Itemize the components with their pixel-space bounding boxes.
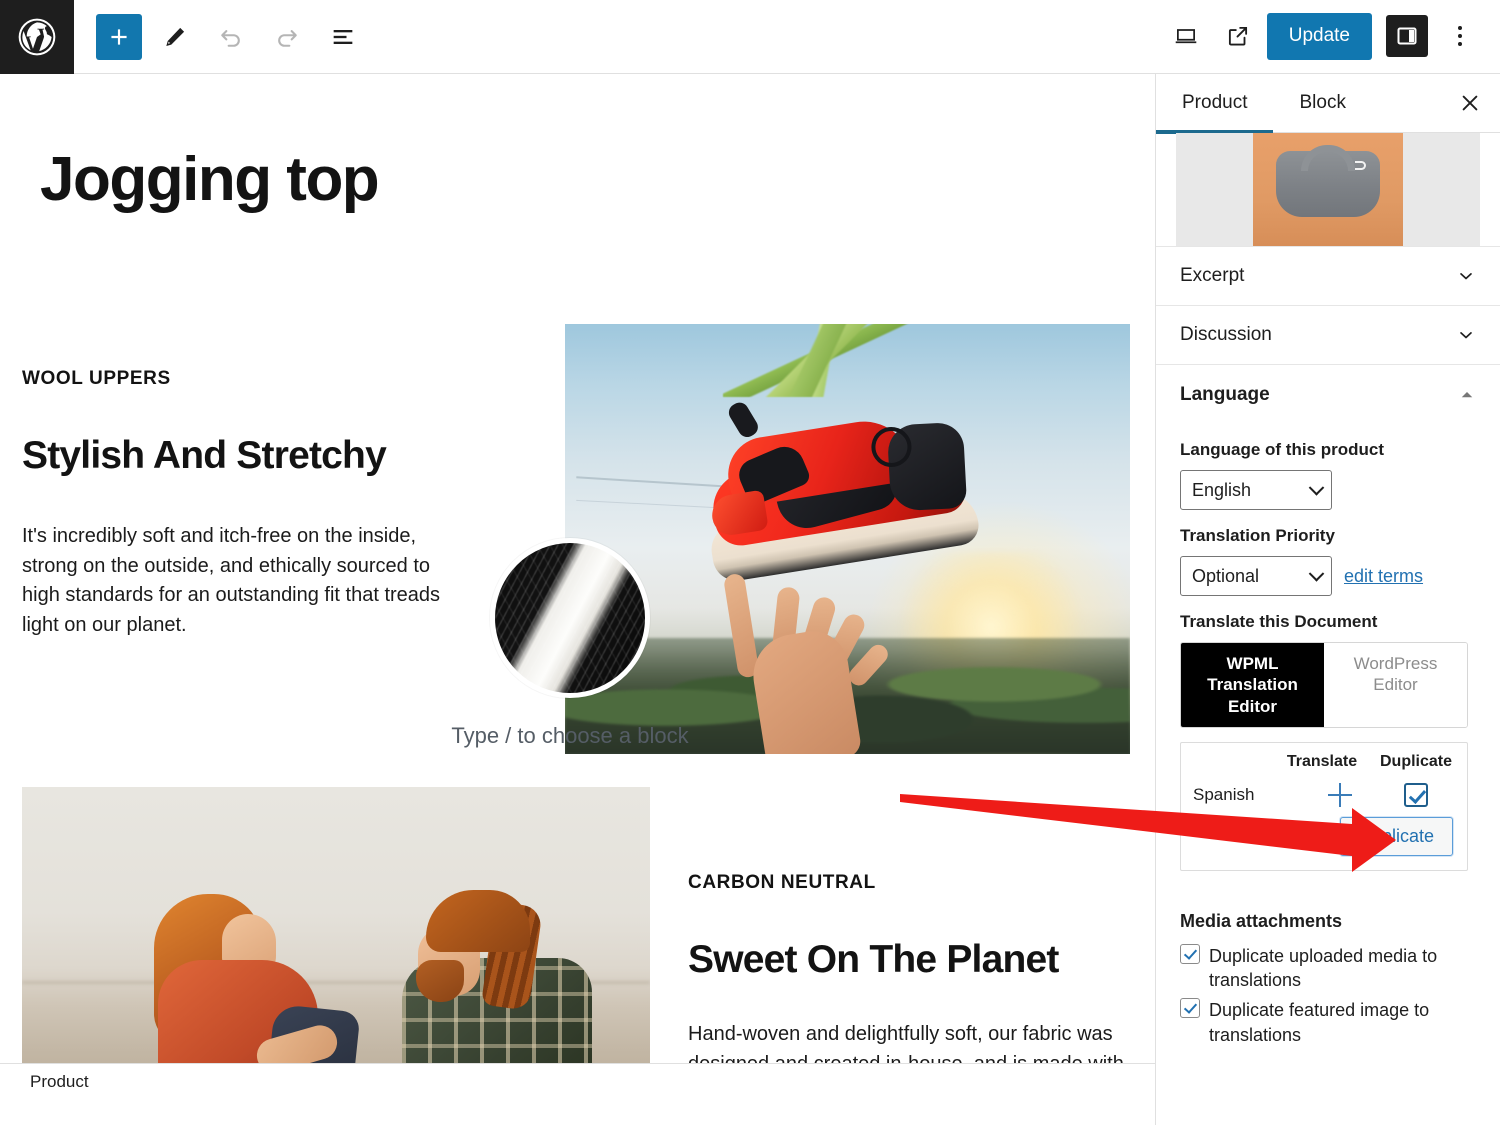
section-two-eyebrow[interactable]: CARBON NEUTRAL	[688, 872, 876, 894]
chevron-down-icon	[1308, 480, 1325, 496]
undo-icon[interactable]	[208, 14, 254, 60]
panel-excerpt-label: Excerpt	[1180, 265, 1245, 286]
add-translation-icon[interactable]	[1328, 782, 1352, 807]
translation-priority-select[interactable]: Optional	[1180, 556, 1332, 596]
duplicate-uploaded-media-checkbox[interactable]	[1180, 943, 1200, 964]
section-two-heading[interactable]: Sweet On The Planet	[688, 938, 1059, 982]
view-post-external-icon[interactable]	[1215, 13, 1261, 59]
toolbar-right-group: Update	[1163, 13, 1500, 60]
editor-toggle-group: WPML Translation Editor WordPress Editor	[1180, 642, 1468, 728]
editor-canvas[interactable]: Jogging top WOOL UPPERS Stylish And Stre…	[0, 74, 1155, 1100]
page-title[interactable]: Jogging top	[40, 145, 380, 214]
desktop-preview-icon[interactable]	[1163, 13, 1209, 59]
wpml-translation-editor-button[interactable]: WPML Translation Editor	[1181, 643, 1324, 727]
duplicate-checkbox[interactable]	[1404, 782, 1428, 807]
panel-discussion[interactable]: Discussion	[1156, 306, 1500, 365]
table-row: Spanish	[1181, 777, 1467, 817]
edit-tool-icon[interactable]	[152, 14, 198, 60]
section-one-heading[interactable]: Stylish And Stretchy	[22, 434, 387, 478]
language-of-product-label: Language of this product	[1180, 440, 1384, 459]
chevron-down-icon	[1460, 273, 1472, 280]
breadcrumb[interactable]: Product	[0, 1063, 1155, 1100]
editor-toolbar: Update	[0, 0, 1500, 74]
block-appender-placeholder[interactable]: Type / to choose a block	[0, 723, 1140, 749]
translate-document-label: Translate this Document	[1180, 612, 1378, 631]
add-block-icon[interactable]	[96, 13, 142, 60]
duplicate-action-row: Duplicate	[1181, 816, 1467, 870]
language-select-value: English	[1192, 479, 1252, 500]
panel-language-label: Language	[1180, 383, 1270, 405]
image-block-couple[interactable]	[22, 787, 650, 1100]
language-select[interactable]: English	[1180, 470, 1332, 510]
media-attachments-title: Media attachments	[1180, 910, 1343, 931]
close-icon[interactable]	[1444, 77, 1496, 129]
panel-excerpt[interactable]: Excerpt	[1156, 247, 1500, 306]
chevron-up-icon	[1461, 391, 1473, 397]
duplicate-uploaded-media-label: Duplicate uploaded media to translations	[1209, 945, 1438, 991]
chevron-down-icon	[1308, 566, 1325, 582]
wordpress-editor-button[interactable]: WordPress Editor	[1324, 643, 1467, 727]
settings-sidebar: Product Block Excerpt Discussion Languag…	[1155, 74, 1500, 1125]
wordpress-block-editor: Update Jogging top WOOL UPPERS Stylish A…	[0, 0, 1500, 1125]
language-panel-body: Language of this product English Transla…	[1156, 424, 1500, 889]
translation-priority-value: Optional	[1192, 565, 1260, 586]
toolbar-left-group	[74, 13, 366, 60]
kebab-menu-icon[interactable]	[1440, 14, 1480, 58]
panel-discussion-label: Discussion	[1180, 324, 1272, 345]
row-language-label: Spanish	[1193, 784, 1255, 804]
sidebar-tabs: Product Block	[1156, 74, 1500, 134]
image-block-sneaker[interactable]	[490, 324, 1130, 754]
redo-icon[interactable]	[264, 14, 310, 60]
sneaker-shape	[688, 364, 983, 585]
duplicate-featured-image-checkbox[interactable]	[1180, 998, 1200, 1019]
section-one-paragraph[interactable]: It's incredibly soft and itch-free on th…	[22, 522, 442, 640]
media-attachments-section: Media attachments Duplicate uploaded med…	[1156, 889, 1500, 1047]
panel-language[interactable]: Language	[1156, 365, 1500, 424]
duplicate-featured-image-option[interactable]: Duplicate featured image to translations	[1180, 998, 1476, 1047]
settings-sidebar-icon[interactable]	[1386, 15, 1428, 58]
translations-table: Translate Duplicate Spanish Duplicate	[1180, 741, 1468, 871]
section-one-eyebrow[interactable]: WOOL UPPERS	[22, 368, 171, 390]
chevron-down-icon	[1460, 332, 1472, 339]
translation-priority-label: Translation Priority	[1180, 526, 1335, 545]
duplicate-uploaded-media-option[interactable]: Duplicate uploaded media to translations	[1180, 943, 1476, 993]
document-overview-icon[interactable]	[320, 14, 366, 60]
edit-terms-link[interactable]: edit terms	[1344, 566, 1423, 587]
wordpress-logo-icon[interactable]	[0, 0, 74, 74]
update-button[interactable]: Update	[1266, 13, 1372, 60]
tab-product[interactable]: Product	[1156, 74, 1274, 134]
translations-table-header: Translate Duplicate	[1181, 743, 1467, 777]
translation-priority-row: Optional edit terms	[1180, 556, 1476, 596]
duplicate-button[interactable]: Duplicate	[1339, 816, 1453, 856]
column-header-translate: Translate	[1286, 752, 1358, 770]
wool-detail-circle-image[interactable]	[490, 538, 650, 698]
featured-image-preview[interactable]	[1156, 133, 1500, 247]
couple-photo	[22, 787, 650, 1100]
sneaker-photo	[565, 324, 1130, 754]
column-header-duplicate: Duplicate	[1379, 752, 1452, 770]
tab-block[interactable]: Block	[1273, 74, 1371, 133]
duplicate-featured-image-label: Duplicate featured image to translations	[1209, 1000, 1430, 1045]
